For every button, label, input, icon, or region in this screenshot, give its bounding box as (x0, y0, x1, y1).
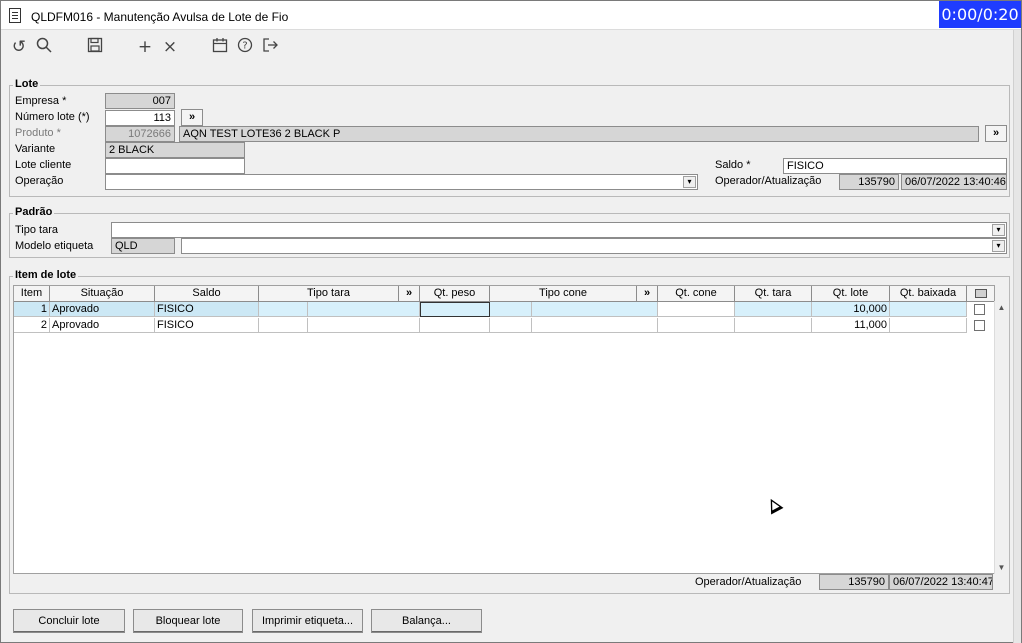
col-item[interactable]: Item (14, 286, 50, 302)
produto-code-field[interactable]: 1072666 (105, 126, 175, 142)
row2-qt-baixada[interactable] (890, 318, 967, 333)
row1-qt-baixada[interactable] (890, 302, 967, 317)
row1-qt-peso[interactable] (420, 302, 490, 317)
row1-tipo-cone-desc[interactable] (532, 302, 658, 317)
col-qt-lote[interactable]: Qt. lote (812, 286, 890, 302)
col-qt-peso[interactable]: Qt. peso (420, 286, 490, 302)
operador-field: 135790 (839, 174, 899, 190)
row1-qt-cone[interactable] (658, 302, 735, 317)
row2-checkbox[interactable] (974, 320, 985, 331)
document-icon (9, 8, 21, 23)
svg-text:?: ? (242, 41, 247, 52)
saldo-field[interactable]: FISICO (783, 158, 1007, 174)
row1-saldo[interactable]: FISICO (155, 302, 259, 317)
produto-lookup-button[interactable]: » (985, 125, 1007, 142)
balanca-button[interactable]: Balança... (371, 609, 482, 633)
select-all-icon[interactable] (974, 289, 987, 298)
timer-badge: 0:00/0:20 (939, 1, 1021, 28)
numero-lote-field[interactable]: 113 (105, 110, 175, 126)
col-saldo[interactable]: Saldo (155, 286, 259, 302)
main-window: QLDFM016 - Manutenção Avulsa de Lote de … (0, 0, 1022, 643)
help-icon[interactable]: ? (235, 37, 255, 57)
row2-qt-peso[interactable] (420, 318, 490, 333)
row2-qt-tara[interactable] (735, 318, 812, 333)
variante-field: 2 BLACK (105, 142, 245, 158)
undo-icon[interactable]: ↺ (9, 37, 29, 57)
col-situacao[interactable]: Situação (50, 286, 155, 302)
table-scrollbar[interactable]: ▲ ▼ (994, 301, 1007, 574)
row2-item[interactable]: 2 (14, 318, 50, 333)
window-scrollbar[interactable] (1013, 30, 1021, 643)
bloquear-lote-button[interactable]: Bloquear lote (133, 609, 243, 633)
tipo-tara-select[interactable]: ▾ (111, 222, 1007, 238)
col-tipo-tara-lookup[interactable]: » (399, 286, 420, 302)
item-lote-table[interactable]: Item Situação Saldo Tipo tara » Qt. peso… (13, 285, 995, 574)
col-tipo-tara[interactable]: Tipo tara (259, 286, 399, 302)
row1-situacao[interactable]: Aprovado (50, 302, 155, 317)
item-lote-legend: Item de lote (13, 269, 79, 281)
item-operador-label: Operador/Atualização (695, 576, 802, 588)
modelo-etiqueta-code[interactable]: QLD (111, 238, 175, 254)
row2-tipo-cone-desc[interactable] (532, 318, 658, 333)
variante-label: Variante (15, 143, 56, 155)
col-tipo-cone[interactable]: Tipo cone (490, 286, 637, 302)
numero-lote-label: Número lote (*) (15, 111, 90, 123)
produto-label: Produto * (15, 127, 61, 139)
row2-tipo-cone-code[interactable] (490, 318, 532, 333)
row2-tipo-tara-code[interactable] (259, 318, 308, 333)
lote-legend: Lote (13, 78, 41, 90)
window-title: QLDFM016 - Manutenção Avulsa de Lote de … (31, 10, 289, 24)
numero-lote-lookup-button[interactable]: » (181, 109, 203, 126)
chevron-down-icon[interactable]: ▾ (683, 176, 696, 188)
operacao-select[interactable]: ▾ (105, 174, 698, 190)
toolbar: ↺ + × ? (1, 30, 1021, 62)
lote-cliente-label: Lote cliente (15, 159, 72, 171)
row2-saldo[interactable]: FISICO (155, 318, 259, 333)
imprimir-etiqueta-button[interactable]: Imprimir etiqueta... (252, 609, 363, 633)
col-qt-cone[interactable]: Qt. cone (658, 286, 735, 302)
modelo-etiqueta-label: Modelo etiqueta (15, 240, 94, 252)
delete-icon[interactable]: × (160, 37, 180, 57)
title-bar: QLDFM016 - Manutenção Avulsa de Lote de … (1, 1, 1021, 30)
row1-qt-tara[interactable] (735, 302, 812, 317)
row2-situacao[interactable]: Aprovado (50, 318, 155, 333)
row1-item[interactable]: 1 (14, 302, 50, 317)
item-operador-field: 135790 (819, 574, 889, 590)
empresa-label: Empresa * (15, 95, 67, 107)
operador-label: Operador/Atualização (715, 175, 822, 187)
scroll-down-icon[interactable]: ▼ (995, 561, 1008, 574)
saldo-label: Saldo * (715, 159, 751, 171)
row2-qt-cone[interactable] (658, 318, 735, 333)
atualizacao-field: 06/07/2022 13:40:46 (901, 174, 1007, 190)
col-qt-tara[interactable]: Qt. tara (735, 286, 812, 302)
empresa-field[interactable]: 007 (105, 93, 175, 109)
chevron-down-icon[interactable]: ▾ (992, 224, 1005, 236)
lote-cliente-field[interactable] (105, 158, 245, 174)
item-atualizacao-field: 06/07/2022 13:40:47 (889, 574, 993, 590)
search-icon[interactable] (34, 37, 54, 57)
save-icon[interactable] (85, 37, 105, 57)
row2-tipo-tara-desc[interactable] (308, 318, 420, 333)
padrao-legend: Padrão (13, 206, 55, 218)
row2-qt-lote[interactable]: 11,000 (812, 318, 890, 333)
operacao-label: Operação (15, 175, 64, 187)
col-tipo-cone-lookup[interactable]: » (637, 286, 658, 302)
add-icon[interactable]: + (135, 37, 155, 57)
chevron-down-icon[interactable]: ▾ (992, 240, 1005, 252)
exit-icon[interactable] (260, 37, 280, 57)
row1-qt-lote[interactable]: 10,000 (812, 302, 890, 317)
row1-tipo-tara-desc[interactable] (308, 302, 420, 317)
row1-tipo-tara-code[interactable] (259, 302, 308, 317)
row1-tipo-cone-code[interactable] (490, 302, 532, 317)
row1-checkbox[interactable] (974, 304, 985, 315)
produto-desc-field: AQN TEST LOTE36 2 BLACK P (179, 126, 979, 142)
modelo-etiqueta-select[interactable]: ▾ (181, 238, 1007, 254)
col-select-all[interactable] (967, 286, 994, 302)
scroll-up-icon[interactable]: ▲ (995, 301, 1008, 314)
concluir-lote-button[interactable]: Concluir lote (13, 609, 125, 633)
col-qt-baixada[interactable]: Qt. baixada (890, 286, 967, 302)
calendar-icon[interactable] (210, 37, 230, 57)
tipo-tara-label: Tipo tara (15, 224, 59, 236)
